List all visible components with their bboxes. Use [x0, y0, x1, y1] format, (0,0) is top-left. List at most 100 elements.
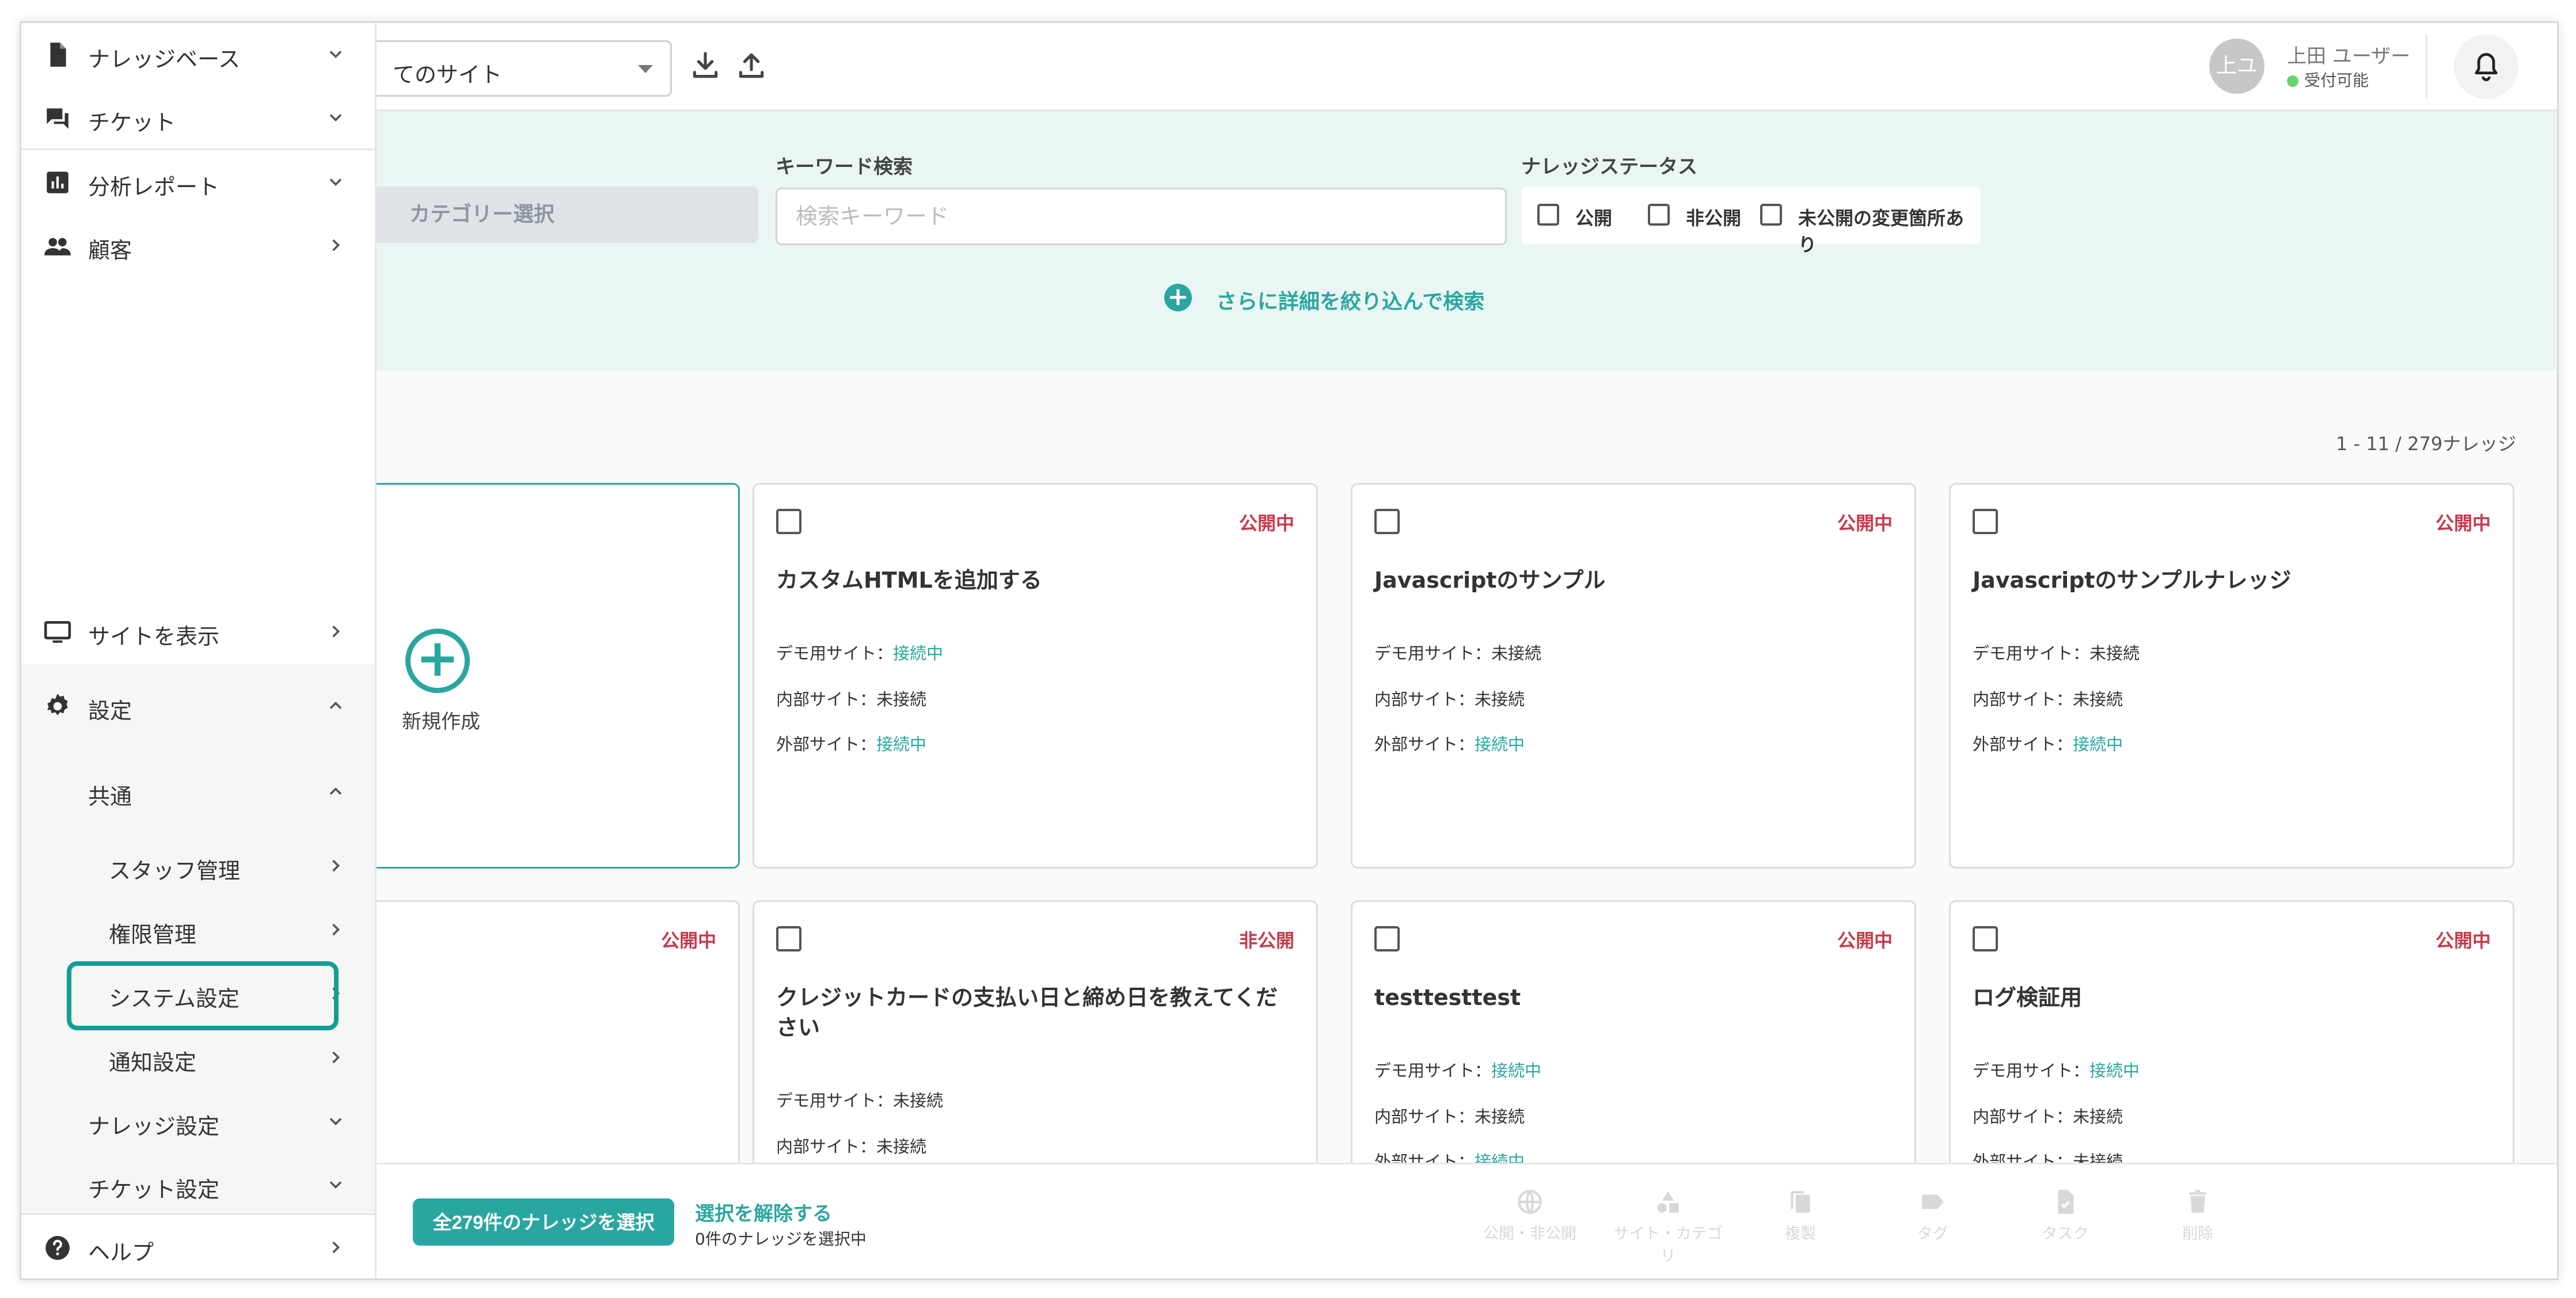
knowledge-card[interactable]: 公開中 Javascriptのサンプルナレッジ デモ用サイト：未接続 内部サイト…	[1949, 483, 2514, 869]
sidebar-item-label: ヘルプ	[88, 1240, 154, 1265]
knowledge-card[interactable]: 公開中 Javascriptのサンプル デモ用サイト：未接続 内部サイト：未接続…	[1351, 483, 1916, 869]
sidebar-item-staff[interactable]: スタッフ管理	[21, 835, 375, 897]
user-status[interactable]: 受付可能	[2287, 68, 2369, 91]
card-checkbox[interactable]	[1973, 509, 1998, 534]
card-row: 内部サイト：未接続	[776, 690, 927, 709]
upload-icon[interactable]	[735, 50, 768, 82]
site-select[interactable]: てのサイト	[344, 40, 672, 97]
sidebar-item-label: 権限管理	[109, 922, 197, 947]
sidebar-item-ticket-settings[interactable]: チケット設定	[21, 1154, 375, 1216]
chevron-down-icon	[329, 1181, 342, 1189]
card-row: 外部サイト：接続中	[1973, 734, 2123, 754]
bar-chart-icon	[47, 172, 69, 193]
plus-circle-icon: +	[1164, 284, 1192, 311]
chevron-down-icon	[329, 51, 342, 59]
category-select[interactable]: カテゴリー選択	[367, 186, 758, 243]
select-all-button[interactable]: 全279件のナレッジを選択	[413, 1198, 674, 1246]
card-row: 外部サイト：接続中	[776, 734, 927, 754]
new-knowledge-label: 新規作成	[402, 710, 480, 733]
sidebar-item-label: 設定	[88, 698, 132, 724]
tag-button[interactable]: タグ	[1875, 1187, 1990, 1243]
result-count: 1 - 11 / 279ナレッジ	[2336, 433, 2517, 455]
card-checkbox[interactable]	[1374, 926, 1400, 951]
header-divider	[2426, 35, 2427, 98]
duplicate-button[interactable]: 複製	[1743, 1187, 1858, 1243]
sidebar-item-notifications[interactable]: 通知設定	[21, 1026, 375, 1088]
chevron-up-icon	[329, 787, 342, 795]
card-checkbox[interactable]	[776, 926, 801, 951]
chevron-down-icon	[329, 114, 342, 122]
site-select-value: てのサイト	[393, 62, 503, 87]
card-checkbox[interactable]	[776, 509, 801, 534]
card-title: Javascriptのサンプルナレッジ	[1973, 568, 2292, 593]
sidebar-item-knowledge-settings[interactable]: ナレッジ設定	[21, 1090, 375, 1152]
site-category-button[interactable]: サイト・カテゴリ	[1610, 1187, 1726, 1266]
sidebar-item-help[interactable]: ヘルプ	[21, 1216, 375, 1278]
card-row: デモ用サイト：未接続	[1973, 644, 2140, 663]
card-checkbox[interactable]	[1973, 926, 1998, 951]
status-label: ナレッジステータス	[1521, 155, 1697, 178]
card-row: デモ用サイト：接続中	[1973, 1061, 2140, 1080]
sidebar: ナレッジベース チケット 分析レポート 顧客 サイトを表示 設定 共通 スタッフ…	[21, 23, 377, 1278]
card-row: 内部サイト：未接続	[1374, 1107, 1525, 1126]
sidebar-item-view-site[interactable]: サイトを表示	[21, 600, 375, 663]
task-button[interactable]: タスク	[2008, 1187, 2123, 1243]
status-badge: 公開中	[1837, 930, 1893, 951]
sidebar-item-reports[interactable]: 分析レポート	[21, 151, 375, 213]
card-checkbox[interactable]	[1374, 509, 1400, 534]
sidebar-item-label: 顧客	[88, 238, 132, 263]
publish-toggle-button[interactable]: 公開・非公開	[1472, 1187, 1587, 1243]
notification-button[interactable]	[2454, 35, 2518, 99]
chevron-right-icon	[332, 859, 340, 872]
bulk-action-bar: 全279件のナレッジを選択 選択を解除する 0件のナレッジを選択中 公開・非公開…	[21, 1163, 2557, 1278]
sidebar-item-common[interactable]: 共通	[21, 760, 375, 823]
sidebar-divider	[21, 1213, 375, 1215]
add-circle-icon: +	[405, 629, 470, 693]
card-row: 内部サイト：未接続	[1973, 1107, 2123, 1126]
sidebar-item-permissions[interactable]: 権限管理	[21, 899, 375, 961]
highlight-box	[67, 961, 339, 1030]
people-icon	[44, 238, 71, 256]
status-dot-icon	[2287, 75, 2298, 87]
chevron-right-icon	[332, 923, 340, 936]
status-badge: 公開中	[2435, 930, 2491, 951]
status-badge: 公開中	[2435, 512, 2491, 534]
caret-down-icon	[638, 65, 653, 73]
chevron-right-icon	[332, 239, 340, 252]
sidebar-item-label: ナレッジ設定	[88, 1114, 220, 1139]
document-icon	[50, 43, 66, 67]
status-private-checkbox[interactable]	[1648, 204, 1670, 226]
monitor-icon	[44, 621, 71, 643]
bell-icon	[2475, 53, 2498, 81]
knowledge-card[interactable]: 公開中 カスタムHTMLを追加する デモ用サイト：接続中 内部サイト：未接続 外…	[753, 483, 1318, 869]
chat-icon	[47, 108, 69, 129]
task-icon	[2058, 1190, 2074, 1214]
status-badge: 公開中	[1238, 512, 1294, 534]
unselect-link[interactable]: 選択を解除する	[695, 1198, 832, 1226]
avatar[interactable]: 上ユ	[2209, 39, 2265, 94]
keyword-input[interactable]	[776, 188, 1507, 245]
card-row: デモ用サイト：接続中	[1374, 1061, 1542, 1080]
download-icon[interactable]	[689, 50, 721, 82]
globe-icon	[1518, 1190, 1542, 1214]
status-unpublished-changes-checkbox[interactable]	[1760, 204, 1782, 226]
sidebar-item-label: チケット設定	[88, 1177, 220, 1202]
sidebar-divider	[21, 149, 375, 150]
trash-icon	[2189, 1190, 2206, 1213]
delete-button[interactable]: 削除	[2140, 1187, 2255, 1243]
shapes-icon	[1657, 1191, 1679, 1213]
selected-count: 0件のナレッジを選択中	[695, 1230, 867, 1248]
status-public-checkbox[interactable]	[1537, 204, 1559, 226]
sidebar-item-knowledge-base[interactable]: ナレッジベース	[21, 23, 375, 85]
status-private-label: 非公開	[1686, 207, 1742, 229]
sidebar-item-label: スタッフ管理	[109, 858, 241, 884]
keyword-label: キーワード検索	[776, 155, 913, 178]
sidebar-item-label: 共通	[88, 784, 132, 809]
sidebar-item-label: 通知設定	[109, 1050, 197, 1075]
chevron-right-icon	[332, 1241, 340, 1254]
advanced-search-link[interactable]: + さらに詳細を絞り込んで検索	[1164, 284, 1484, 315]
chevron-down-icon	[329, 1118, 342, 1126]
sidebar-item-customers[interactable]: 顧客	[21, 214, 375, 276]
sidebar-item-tickets[interactable]: チケット	[21, 86, 375, 149]
sidebar-item-settings[interactable]: 設定	[21, 675, 375, 737]
